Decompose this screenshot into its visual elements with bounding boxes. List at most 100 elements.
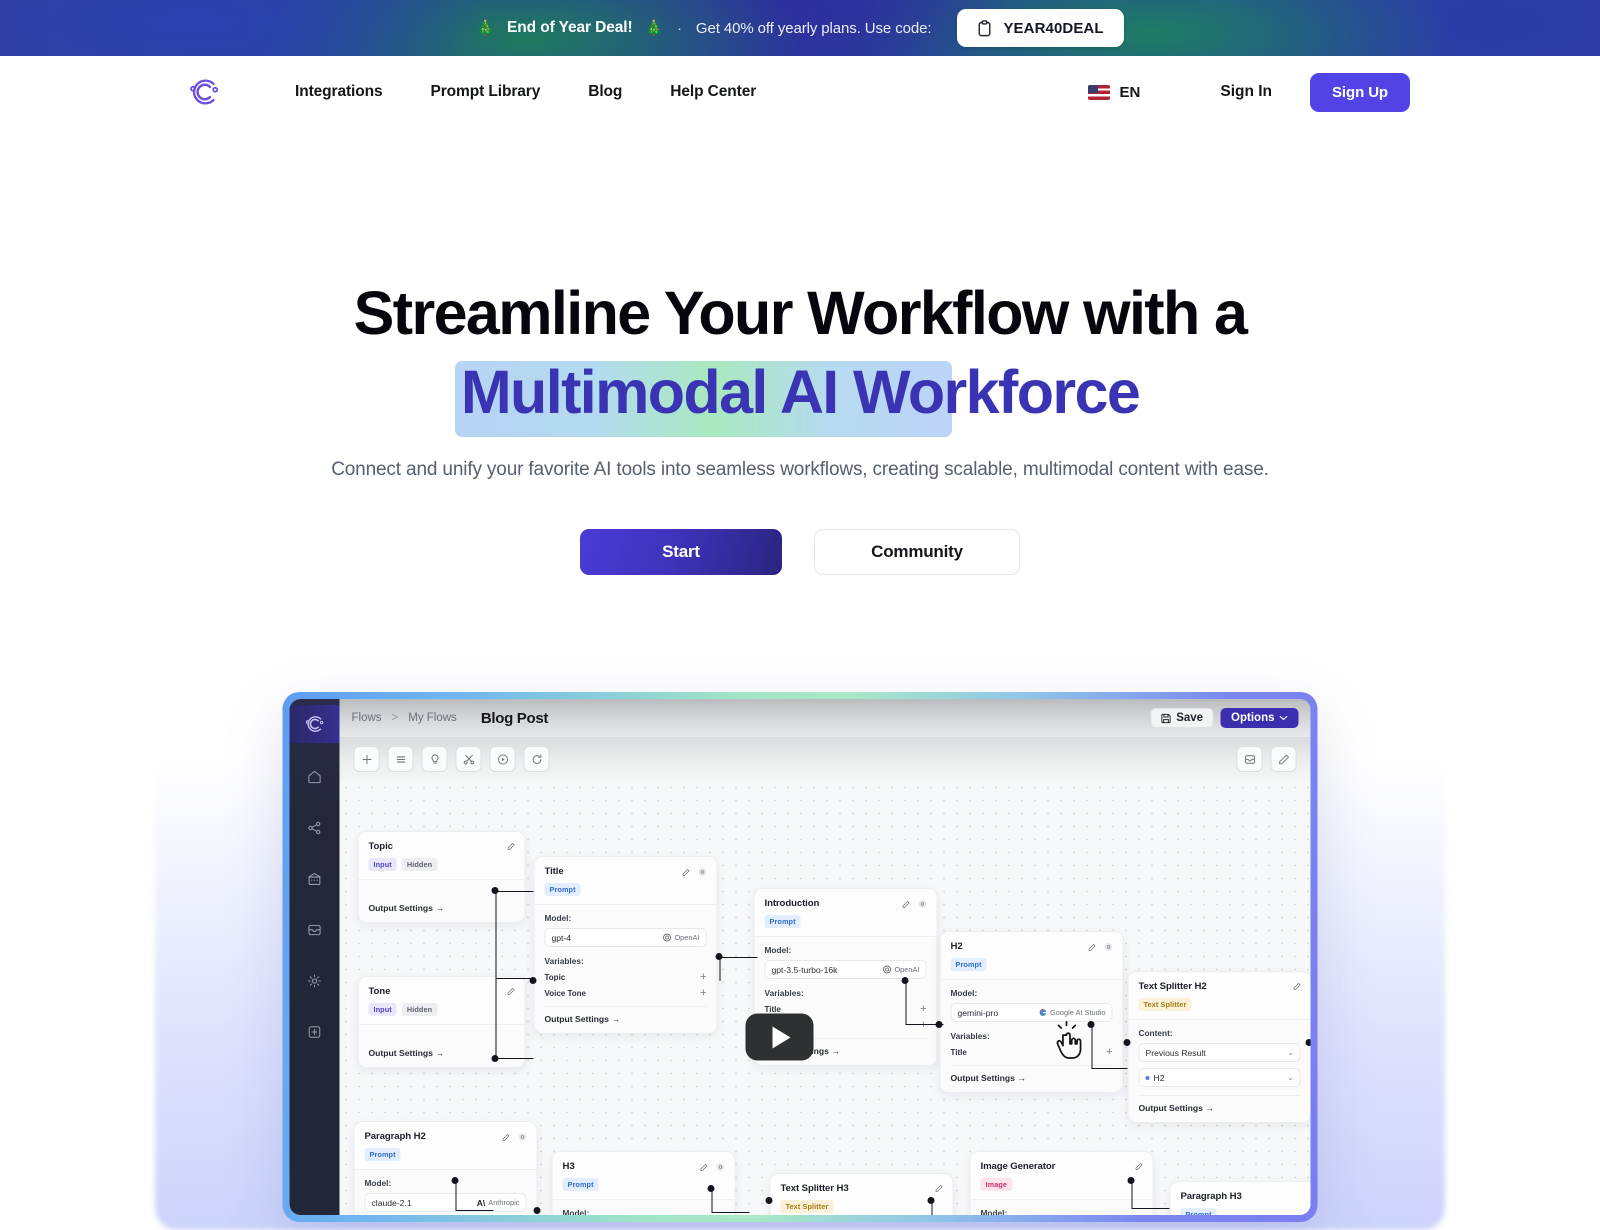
pencil-icon[interactable] [902,900,911,909]
lightbulb-icon [431,753,438,764]
start-button[interactable]: Start [580,528,782,575]
sidebar-item-inbox[interactable] [307,922,323,943]
provider-name: OpenAI [894,965,920,974]
node-body: Model: dall-e-3 OpenAI Prompt: Previous … [970,1199,1153,1215]
provider-badge: OpenAI [882,965,920,974]
node-h3[interactable]: H3 Prompt Model: j2-ultra [551,1151,736,1215]
promo-content: 🎄 End of Year Deal! 🎄 · Get 40% off year… [476,9,1124,47]
gear-icon[interactable] [518,1132,528,1142]
toolbar-edit-button[interactable] [1270,746,1297,772]
pencil-icon[interactable] [1293,982,1302,991]
pencil-icon[interactable] [502,1133,511,1142]
node-text-splitter-h2[interactable]: Text Splitter H2 Text Splitter Content: … [1127,971,1311,1123]
output-settings-link[interactable]: Output Settings → [369,896,515,913]
pencil-icon[interactable] [1135,1162,1144,1171]
play-video-button[interactable] [745,1013,814,1061]
toolbar-ideas-button[interactable] [421,746,448,772]
node-tags: Text Splitter [780,1200,943,1213]
node-tag: Prompt [562,1178,599,1191]
node-header: Image Generator Image [970,1152,1153,1199]
content-ref-select[interactable]: H2 ⌄ [1138,1068,1301,1087]
node-tags: Prompt [544,883,707,896]
add-variable-icon[interactable]: + [700,972,706,983]
toolbar-run-button[interactable] [489,746,516,772]
node-actions [700,1162,726,1172]
topbar-actions: Save Options [1150,708,1299,728]
brand-logo-icon-small [305,716,324,732]
sign-in-link[interactable]: Sign In [1220,83,1272,101]
sidebar-item-flows[interactable] [307,820,323,841]
save-button[interactable]: Save [1150,708,1214,728]
gear-icon[interactable] [698,867,708,877]
app-mockup: Flows > My Flows Blog Post Save Options [289,699,1311,1215]
model-value: claude-2.1 [371,1197,412,1208]
community-button[interactable]: Community [814,528,1020,575]
save-disk-icon [1161,713,1171,723]
node-tags: Image [980,1178,1143,1191]
node-title-card[interactable]: Title Prompt Model: gpt-4 OpenAI Variabl… [533,856,718,1034]
app-sidebar [289,699,340,1215]
home-icon [308,770,321,784]
nav-item-integrations[interactable]: Integrations [295,83,383,101]
variable-row[interactable]: Voice Tone + [545,988,707,999]
flow-canvas[interactable]: Topic Input Hidden Output Settings → Ton… [339,781,1311,1215]
toolbar-inbox-button[interactable] [1236,746,1263,772]
node-tags: Input Hidden [368,1003,515,1016]
header-actions: EN Sign In Sign Up [1087,72,1410,112]
variable-row[interactable]: Topic + [545,972,707,983]
content-source-select[interactable]: Previous Result ⌄ [1138,1043,1301,1062]
mouse-cursor-icon [1056,1021,1092,1070]
connector-dot [451,1177,459,1184]
pencil-icon[interactable] [935,1184,944,1193]
node-text-splitter-h3[interactable]: Text Splitter H3 Text Splitter Content: … [769,1173,954,1215]
output-settings-link[interactable]: Output Settings → [544,1006,707,1024]
sign-up-button[interactable]: Sign Up [1310,72,1410,112]
connector-wire [495,979,534,1059]
openai-icon [663,933,671,942]
sidebar-logo[interactable] [289,705,340,743]
sidebar-item-library[interactable] [307,871,323,892]
model-label: Model: [562,1208,590,1215]
sidebar-item-add[interactable] [307,1024,323,1045]
options-button[interactable]: Options [1220,708,1299,728]
brand-logo[interactable] [185,73,223,111]
output-settings-link[interactable]: Output Settings → [1138,1095,1301,1113]
model-field[interactable]: gpt-3.5-turbo-16k OpenAI [764,960,927,979]
pencil-icon[interactable] [700,1163,709,1172]
gear-icon[interactable] [716,1162,726,1172]
pencil-icon[interactable] [1088,943,1097,952]
node-paragraph-h3[interactable]: Paragraph H3 Prompt Model: base [1169,1181,1311,1215]
nav-item-blog[interactable]: Blog [588,83,622,101]
sidebar-item-settings[interactable] [307,973,323,994]
model-field[interactable]: gemini-pro Google AI Studio [950,1003,1113,1022]
inbox-icon [308,924,321,936]
provider-name: Google AI Studio [1050,1008,1106,1017]
node-paragraph-h2[interactable]: Paragraph H2 Prompt Model: claude-2.1 A\… [353,1121,538,1215]
model-field[interactable]: claude-2.1 A\ Anthropic [364,1193,527,1212]
gear-icon[interactable] [1104,942,1114,952]
nav-item-help-center[interactable]: Help Center [670,83,756,101]
breadcrumb-current[interactable]: My Flows [408,712,457,724]
toolbar-add-button[interactable] [353,746,380,772]
pencil-icon[interactable] [507,842,516,851]
node-body: Model: claude-2.1 A\ Anthropic Variables… [354,1169,537,1215]
pencil-icon[interactable] [682,868,691,877]
sidebar-item-home[interactable] [307,769,323,790]
model-field[interactable]: gpt-4 OpenAI [544,928,707,947]
toolbar-refresh-button[interactable] [523,746,550,772]
product-screenshot-frame: Flows > My Flows Blog Post Save Options [282,692,1318,1222]
gear-icon[interactable] [918,899,928,909]
connector-dot [1127,1177,1135,1184]
node-header: Introduction Prompt [754,889,937,936]
app-toolbar [339,737,1311,781]
nav-item-prompt-library[interactable]: Prompt Library [431,83,541,101]
node-image-generator[interactable]: Image Generator Image Model: dall-e-3 [969,1151,1154,1215]
toolbar-list-button[interactable] [387,746,414,772]
breadcrumb-root[interactable]: Flows [352,712,382,724]
promo-code-button[interactable]: YEAR40DEAL [957,9,1124,47]
toolbar-tools-button[interactable] [455,746,482,772]
language-selector[interactable]: EN [1087,83,1141,101]
language-label: EN [1119,83,1141,101]
connector-wire [719,957,758,981]
add-variable-icon[interactable]: + [700,988,706,999]
